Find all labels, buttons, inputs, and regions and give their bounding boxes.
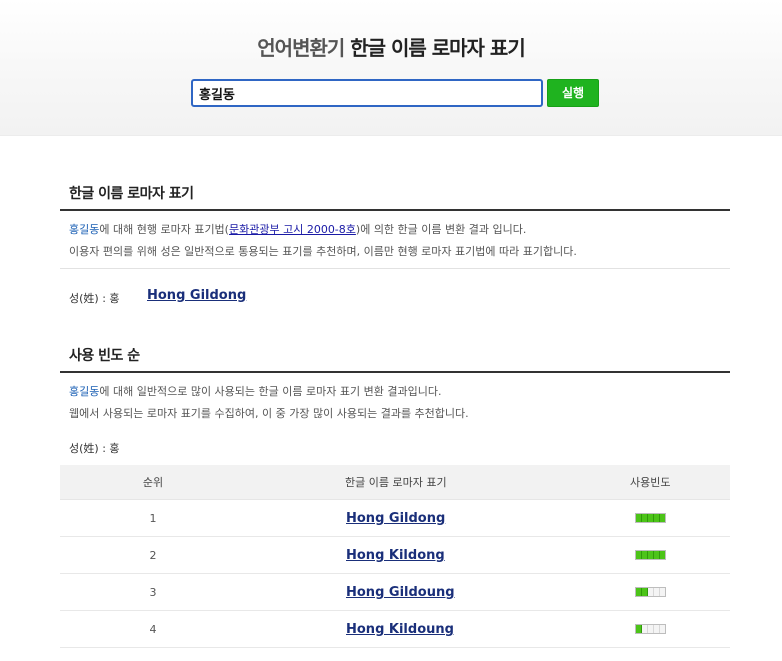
- frequency-bar: [635, 624, 666, 634]
- official-romanized-name[interactable]: Hong Gildong: [147, 288, 246, 303]
- frequency-bar-segment: [660, 551, 665, 559]
- frequency-bar: [635, 513, 666, 523]
- divider: [60, 268, 730, 269]
- rank-cell: 4: [149, 623, 157, 636]
- page-title: 언어변환기 한글 이름 로마자 표기: [0, 34, 782, 62]
- page-subtitle: 한글 이름 로마자 표기: [350, 36, 525, 60]
- frequency-section: 사용 빈도 순 홍길동에 대해 일반적으로 많이 사용되는 한글 이름 로마자 …: [60, 343, 730, 425]
- official-description-line2: 이용자 편의를 위해 성은 일반적으로 통용되는 표기를 추천하며, 이름만 현…: [69, 245, 577, 258]
- name-search-input[interactable]: [191, 79, 543, 107]
- frequency-bar-segment: [660, 514, 665, 522]
- desc-text: 에 대해 일반적으로 많이 사용되는 한글 이름 로마자 표기 변환 결과입니다…: [99, 385, 442, 398]
- desc-text: 에 대해 현행 로마자 표기법(: [99, 223, 229, 236]
- frequency-bar-segment: [660, 625, 665, 633]
- header-frequency: 사용빈도: [630, 476, 671, 489]
- brand-title[interactable]: 언어변환기: [257, 36, 345, 60]
- surname-label-official: 성(姓) : 홍: [69, 292, 120, 305]
- romanized-name-link[interactable]: Hong Kildong: [346, 537, 445, 574]
- frequency-description: 홍길동에 대해 일반적으로 많이 사용되는 한글 이름 로마자 표기 변환 결과…: [60, 373, 730, 425]
- frequency-bar-segment: [660, 588, 665, 596]
- header: 언어변환기 한글 이름 로마자 표기 실행: [0, 0, 782, 136]
- rank-cell: 3: [149, 586, 157, 599]
- official-romanization-section: 한글 이름 로마자 표기 홍길동에 대해 현행 로마자 표기법(문화관광부 고시…: [60, 181, 730, 269]
- table-body: 1 Hong Gildong 2 Hong Kildong 3 Hong Gildoung…: [60, 500, 730, 648]
- table-row: 1 Hong Gildong: [60, 500, 730, 537]
- frequency-bar: [635, 587, 666, 597]
- law-link[interactable]: 문화관광부 고시 2000-8호: [229, 223, 356, 236]
- surname-label-frequency: 성(姓) : 홍: [69, 442, 120, 455]
- desc-text: )에 의한 한글 이름 변환 결과 입니다.: [355, 223, 527, 236]
- table-header: 순위 한글 이름 로마자 표기 사용빈도: [60, 465, 730, 500]
- official-description-line1: 홍길동에 대해 현행 로마자 표기법(문화관광부 고시 2000-8호)에 의한…: [69, 219, 721, 241]
- header-romanized: 한글 이름 로마자 표기: [345, 476, 447, 489]
- query-name: 홍길동: [69, 223, 100, 236]
- rank-cell: 2: [149, 549, 157, 562]
- section-title-official: 한글 이름 로마자 표기: [60, 181, 730, 211]
- table-row: 4 Hong Kildoung: [60, 611, 730, 648]
- section-title-frequency: 사용 빈도 순: [60, 343, 730, 373]
- table-row: 2 Hong Kildong: [60, 537, 730, 574]
- frequency-description-line1: 홍길동에 대해 일반적으로 많이 사용되는 한글 이름 로마자 표기 변환 결과…: [69, 381, 721, 403]
- frequency-table: 순위 한글 이름 로마자 표기 사용빈도 1 Hong Gildong 2 Hong …: [60, 465, 730, 648]
- run-button[interactable]: 실행: [547, 79, 599, 107]
- romanized-name-link[interactable]: Hong Gildoung: [346, 574, 455, 611]
- frequency-description-line2: 웹에서 사용되는 로마자 표기를 수집하여, 이 중 가장 많이 사용되는 결과…: [69, 407, 469, 420]
- official-description: 홍길동에 대해 현행 로마자 표기법(문화관광부 고시 2000-8호)에 의한…: [60, 211, 730, 263]
- rank-cell: 1: [149, 512, 157, 525]
- header-rank: 순위: [142, 476, 164, 489]
- romanized-name-link[interactable]: Hong Kildoung: [346, 611, 454, 648]
- query-name: 홍길동: [69, 385, 100, 398]
- table-row: 3 Hong Gildoung: [60, 574, 730, 611]
- romanized-name-link[interactable]: Hong Gildong: [346, 500, 445, 537]
- frequency-bar: [635, 550, 666, 560]
